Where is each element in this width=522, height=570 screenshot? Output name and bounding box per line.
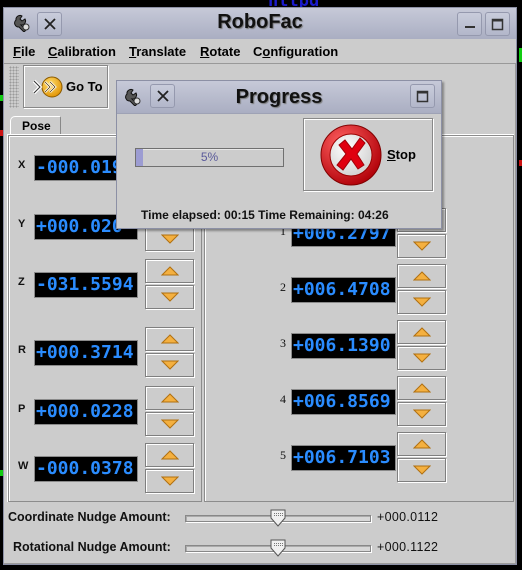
decrement-button[interactable]	[397, 290, 446, 314]
dialog-title: Progress	[235, 86, 323, 108]
progress-percent: 5%	[200, 150, 219, 164]
stop-label: Stop	[387, 147, 416, 162]
decrement-button[interactable]	[397, 402, 446, 426]
coordinate-display: -000.0378	[34, 456, 138, 482]
time-status: Time elapsed: 00:15 Time Remaining: 04:2…	[141, 208, 389, 222]
increment-button[interactable]	[145, 327, 194, 351]
minimize-icon	[464, 26, 475, 28]
arrow-down-icon	[412, 465, 431, 475]
arrow-down-icon	[160, 292, 179, 302]
decrement-button[interactable]	[145, 469, 194, 493]
coordinate-row-z: Z -031.5594	[16, 259, 196, 309]
menu-configuration[interactable]: Configuration	[253, 44, 338, 59]
coordinate-row-r: R +000.3714	[16, 327, 196, 377]
rotational-nudge-value: +000.1122	[377, 540, 439, 554]
coordinate-nudge-value: +000.0112	[377, 510, 439, 524]
title-bar[interactable]: RoboFac	[4, 8, 516, 40]
tab-pose-label: Pose	[22, 119, 51, 133]
joint-display: +006.7103	[291, 445, 396, 471]
increment-button[interactable]	[145, 386, 194, 410]
arrow-up-icon	[160, 450, 179, 460]
coordinate-nudge-label: Coordinate Nudge Amount:	[8, 510, 171, 524]
progress-bar: 5%	[135, 148, 284, 167]
tab-pose[interactable]: Pose	[10, 116, 61, 135]
increment-button[interactable]	[145, 443, 194, 467]
arrow-down-icon	[160, 234, 179, 244]
axis-label: W	[18, 460, 29, 472]
slider-thumb[interactable]	[270, 509, 286, 527]
increment-button[interactable]	[145, 259, 194, 283]
joint-label: 2	[280, 280, 286, 294]
joint-display: +006.8569	[291, 389, 396, 415]
joint-display: +006.4708	[291, 277, 396, 303]
toolbar-grip[interactable]	[9, 66, 19, 108]
decrement-button[interactable]	[145, 285, 194, 309]
increment-button[interactable]	[397, 376, 446, 400]
axis-label: R	[18, 344, 26, 356]
decrement-button[interactable]	[145, 412, 194, 436]
arrow-down-icon	[412, 297, 431, 307]
increment-button[interactable]	[397, 320, 446, 344]
coordinate-display: +000.3714	[34, 340, 138, 366]
joint-display: +006.1390	[291, 333, 396, 359]
arrow-down-icon	[160, 360, 179, 370]
goto-button[interactable]: Go To	[23, 65, 108, 108]
rotational-nudge-label: Rotational Nudge Amount:	[13, 540, 171, 554]
menu-rotate[interactable]: Rotate	[200, 44, 240, 59]
coordinate-row-p: P +000.0228	[16, 386, 196, 436]
axis-label: Z	[18, 276, 25, 288]
joint-row-3: 3 +006.1390	[277, 320, 457, 370]
increment-button[interactable]	[397, 264, 446, 288]
arrow-down-icon	[160, 476, 179, 486]
arrow-down-icon	[412, 241, 431, 251]
joint-label: 4	[280, 392, 286, 406]
axis-label: Y	[18, 218, 26, 230]
menu-calibration[interactable]: Calibration	[48, 44, 116, 59]
arrow-up-icon	[160, 393, 179, 403]
axis-label: X	[18, 159, 26, 171]
arrow-down-icon	[412, 353, 431, 363]
arrow-up-icon	[160, 334, 179, 344]
arrow-down-icon	[412, 409, 431, 419]
joint-label: 3	[280, 336, 286, 350]
decrement-button[interactable]	[145, 227, 194, 251]
goto-label: Go To	[66, 79, 103, 94]
arrow-up-icon	[412, 327, 431, 337]
menu-file[interactable]: File	[13, 44, 35, 59]
decrement-button[interactable]	[397, 458, 446, 482]
maximize-button[interactable]	[485, 12, 510, 36]
window-title: RoboFac	[217, 11, 303, 33]
decrement-button[interactable]	[397, 346, 446, 370]
joint-label: 5	[280, 448, 286, 462]
coordinate-display: +000.0228	[34, 399, 138, 425]
maximize-icon	[416, 90, 429, 102]
arrow-down-icon	[160, 419, 179, 429]
minimize-button[interactable]	[457, 12, 482, 36]
goto-icon	[32, 76, 64, 103]
coordinate-nudge-slider[interactable]	[185, 509, 371, 527]
progress-dialog: Progress 5% Stop Time elapsed: 00:15 Tim…	[116, 80, 442, 229]
arrow-up-icon	[412, 439, 431, 449]
joint-row-4: 4 +006.8569	[277, 376, 457, 426]
arrow-up-icon	[412, 271, 431, 281]
coordinate-display: -031.5594	[34, 272, 138, 298]
increment-button[interactable]	[397, 432, 446, 456]
maximize-icon	[491, 18, 504, 30]
arrow-up-icon	[412, 383, 431, 393]
menu-translate[interactable]: Translate	[129, 44, 186, 59]
rotational-nudge-slider[interactable]	[185, 539, 371, 557]
dialog-title-bar[interactable]: Progress	[117, 81, 441, 114]
joint-row-2: 2 +006.4708	[277, 264, 457, 314]
stop-button[interactable]: Stop	[303, 118, 433, 191]
coordinate-row-w: W -000.0378	[16, 443, 196, 493]
joint-row-5: 5 +006.7103	[277, 432, 457, 482]
stop-icon	[319, 123, 383, 192]
menu-bar: File Calibration Translate Rotate Config…	[4, 39, 516, 64]
axis-label: P	[18, 403, 26, 415]
arrow-up-icon	[160, 266, 179, 276]
dialog-maximize-button[interactable]	[410, 84, 435, 108]
slider-thumb[interactable]	[270, 539, 286, 557]
decrement-button[interactable]	[397, 234, 446, 258]
decrement-button[interactable]	[145, 353, 194, 377]
